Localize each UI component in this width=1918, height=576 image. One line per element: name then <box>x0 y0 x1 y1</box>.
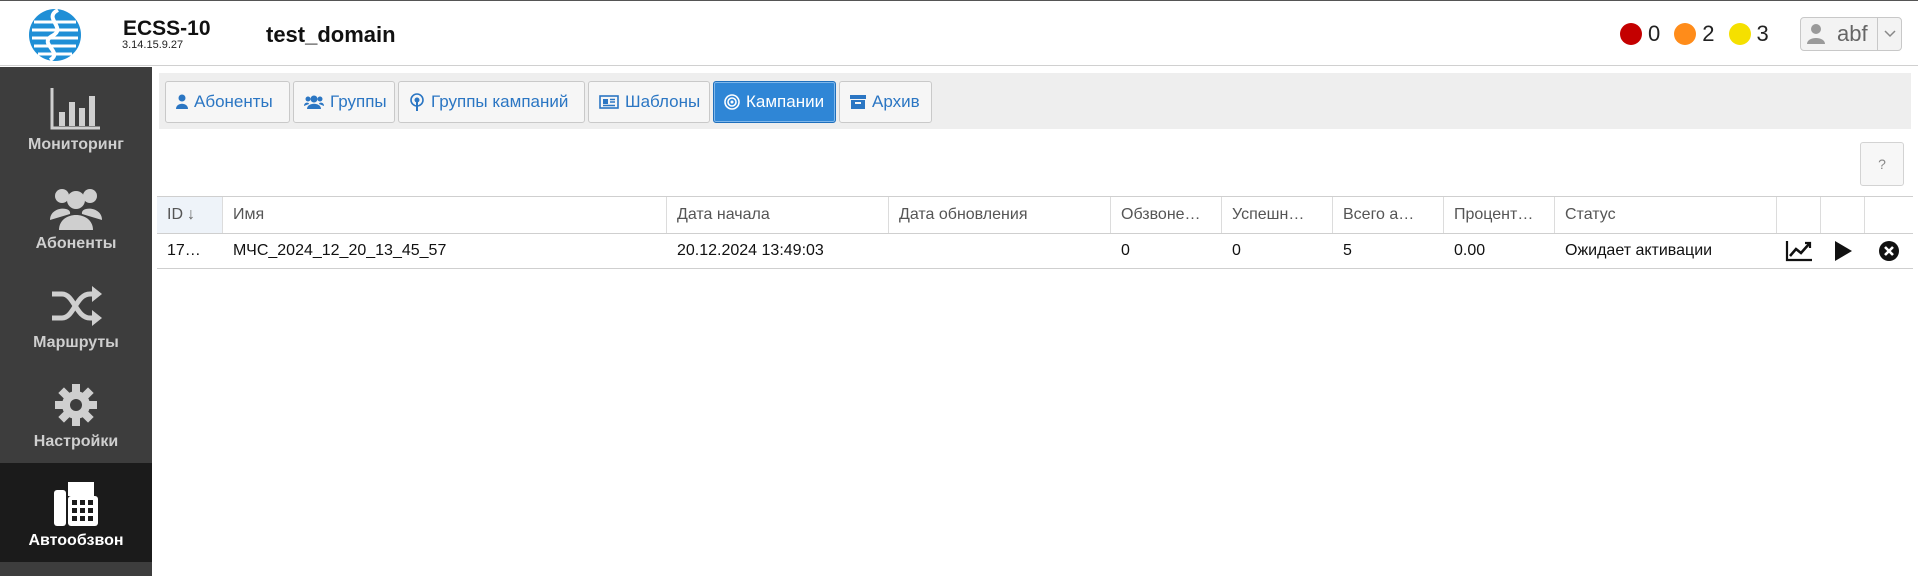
broadcast-icon <box>409 93 425 111</box>
column-header-percent[interactable]: Процент… <box>1444 197 1555 233</box>
column-header-start-date[interactable]: Дата начала <box>667 197 889 233</box>
sidebar-item-monitoring[interactable]: Мониторинг <box>0 67 152 166</box>
tab-subscribers[interactable]: Абоненты <box>165 81 290 123</box>
chevron-down-icon[interactable] <box>1877 18 1901 50</box>
sidebar-item-label: Мониторинг <box>28 136 124 153</box>
fax-phone-icon <box>48 480 104 528</box>
column-header-action <box>1821 197 1865 233</box>
tab-groups[interactable]: Группы <box>293 81 395 123</box>
sidebar-item-label: Маршруты <box>33 334 119 351</box>
major-alarm-count[interactable]: 2 <box>1702 21 1714 47</box>
tab-label: Абоненты <box>194 92 273 111</box>
table-header: ID ↓ Имя Дата начала Дата обновления Обз… <box>157 196 1913 234</box>
sidebar-item-autodialer[interactable]: Автообзвон <box>0 463 152 562</box>
major-alarm-icon[interactable] <box>1674 23 1697 45</box>
cell-id: 17… <box>167 242 201 259</box>
cell-total: 5 <box>1343 242 1352 259</box>
top-header: ECSS-10 3.14.15.9.27 test_domain 0 2 3 a… <box>0 0 1918 66</box>
play-icon[interactable] <box>1821 234 1865 268</box>
column-header-name[interactable]: Имя <box>223 197 667 233</box>
column-header-id[interactable]: ID ↓ <box>157 197 223 233</box>
table-row[interactable]: 17… МЧС_2024_12_20_13_45_57 20.12.2024 1… <box>157 234 1913 269</box>
gear-icon <box>48 381 104 429</box>
app-version: 3.14.15.9.27 <box>122 39 184 51</box>
newspaper-icon <box>599 95 619 109</box>
tab-label: Группы кампаний <box>431 92 569 111</box>
delete-icon[interactable] <box>1865 234 1913 268</box>
column-header-successful[interactable]: Успешн… <box>1222 197 1333 233</box>
minor-alarm-count[interactable]: 3 <box>1757 21 1769 47</box>
bar-chart-icon <box>48 84 104 132</box>
campaigns-table: ID ↓ Имя Дата начала Дата обновления Обз… <box>157 196 1913 269</box>
sidebar-item-label: Автообзвон <box>28 532 124 549</box>
critical-alarm-icon[interactable] <box>1620 23 1642 45</box>
sidebar-item-routes[interactable]: Маршруты <box>0 265 152 364</box>
column-header-action <box>1777 197 1821 233</box>
target-icon <box>724 94 740 110</box>
user-icon <box>176 94 188 110</box>
tab-campaign-groups[interactable]: Группы кампаний <box>398 81 585 123</box>
column-header-action <box>1865 197 1913 233</box>
cell-called: 0 <box>1121 242 1130 259</box>
app-name: ECSS-10 <box>123 17 211 40</box>
tab-label: Группы <box>330 92 387 111</box>
ecss-logo <box>29 8 81 62</box>
sidebar-item-label: Настройки <box>33 433 119 450</box>
cell-successful: 0 <box>1232 242 1241 259</box>
tab-templates[interactable]: Шаблоны <box>588 81 710 123</box>
tab-label: Архив <box>872 92 920 111</box>
users-icon <box>48 183 104 231</box>
alarm-indicators: 0 2 3 <box>1620 21 1783 47</box>
cell-status: Ожидает активации <box>1565 242 1713 259</box>
user-menu[interactable]: abf <box>1800 17 1902 51</box>
user-avatar-icon <box>1801 18 1831 50</box>
sidebar-item-settings[interactable]: Настройки <box>0 364 152 463</box>
minor-alarm-icon[interactable] <box>1728 23 1751 45</box>
help-button[interactable]: ? <box>1860 142 1904 186</box>
statistics-chart-icon[interactable] <box>1777 234 1821 268</box>
sidebar-item-label: Абоненты <box>35 235 117 252</box>
column-header-total[interactable]: Всего а… <box>1333 197 1444 233</box>
cell-start-date: 20.12.2024 13:49:03 <box>677 242 824 259</box>
tab-campaigns[interactable]: Кампании <box>713 81 836 123</box>
tab-label: Кампании <box>746 92 825 111</box>
sort-down-icon: ↓ <box>187 206 195 223</box>
critical-alarm-count[interactable]: 0 <box>1648 21 1660 47</box>
cell-name: МЧС_2024_12_20_13_45_57 <box>233 242 447 259</box>
sidebar-item-subscribers[interactable]: Абоненты <box>0 166 152 265</box>
sidebar: Мониторинг Абоненты Маршруты Настройки А… <box>0 67 152 576</box>
users-icon <box>304 95 324 109</box>
tab-label: Шаблоны <box>625 92 701 111</box>
column-header-status[interactable]: Статус <box>1555 197 1777 233</box>
tab-archive[interactable]: Архив <box>839 81 932 123</box>
archive-icon <box>850 95 866 109</box>
cell-update-date <box>889 234 1111 268</box>
tab-bar: Абоненты Группы Группы кампаний Шаблоны … <box>159 73 1911 129</box>
column-header-called[interactable]: Обзвоне… <box>1111 197 1222 233</box>
main-content: Абоненты Группы Группы кампаний Шаблоны … <box>152 67 1918 576</box>
domain-title: test_domain <box>266 22 396 47</box>
user-name: abf <box>1837 21 1868 46</box>
shuffle-icon <box>48 282 104 330</box>
column-header-update-date[interactable]: Дата обновления <box>889 197 1111 233</box>
cell-percent: 0.00 <box>1454 242 1486 259</box>
